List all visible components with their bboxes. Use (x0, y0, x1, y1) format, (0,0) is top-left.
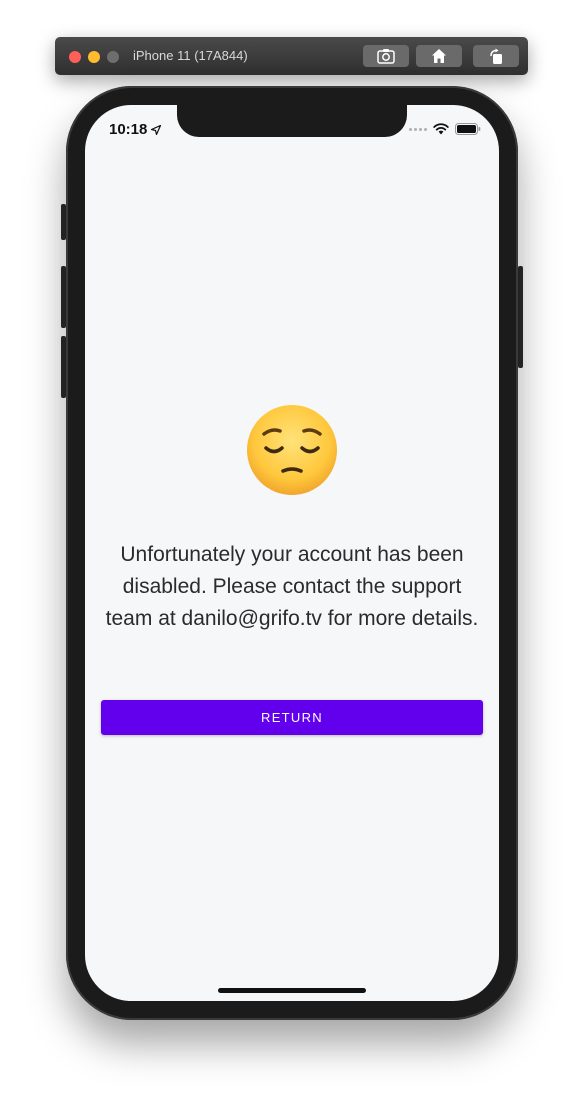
return-button[interactable]: RETURN (101, 700, 483, 735)
rotate-button[interactable] (473, 45, 519, 67)
home-indicator[interactable] (218, 988, 366, 993)
status-bar-indicators (409, 123, 481, 135)
status-bar-time: 10:18 (109, 121, 162, 138)
screenshot-button[interactable] (363, 45, 409, 67)
simulator-title: iPhone 11 (17A844) (133, 48, 248, 63)
account-disabled-message: Unfortunately your account has been disa… (105, 543, 479, 630)
power-button (518, 266, 523, 368)
window-minimize-button[interactable] (88, 51, 100, 63)
status-time-text: 10:18 (109, 121, 148, 138)
window-close-button[interactable] (69, 51, 81, 63)
location-arrow-icon (151, 124, 162, 135)
window-zoom-button[interactable] (107, 51, 119, 63)
home-button[interactable] (416, 45, 462, 67)
pensive-face-emoji (247, 405, 337, 495)
app-screen: 10:18 Unfortunately your account has bee… (85, 105, 499, 1001)
simulator-titlebar: iPhone 11 (17A844) (55, 37, 528, 75)
battery-icon (455, 123, 481, 135)
wifi-icon (433, 123, 449, 135)
home-icon (432, 49, 446, 63)
screenshot-icon (377, 49, 395, 64)
cellular-signal-icon (409, 127, 427, 131)
device-notch (177, 105, 407, 137)
rotate-icon (490, 48, 502, 64)
